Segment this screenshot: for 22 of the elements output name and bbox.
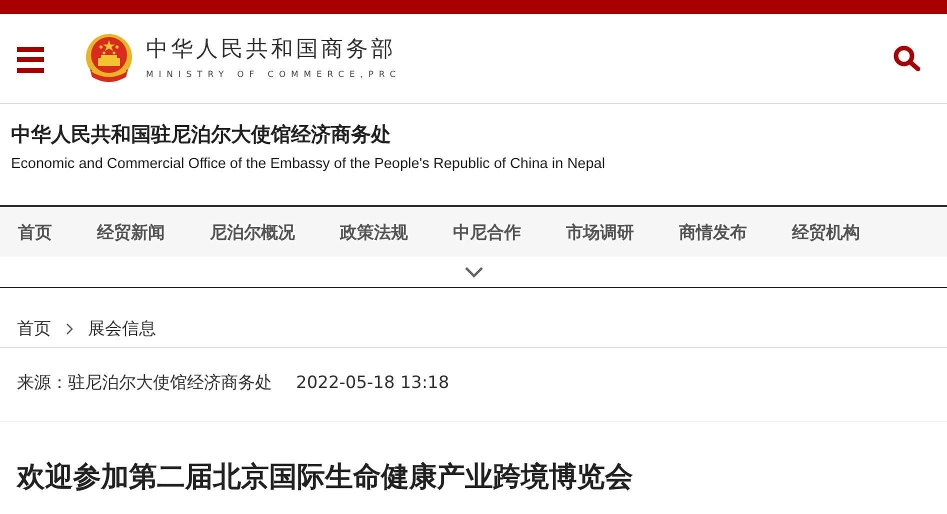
source-text: 来源：驻尼泊尔大使馆经济商务处	[17, 372, 272, 394]
site-title: 中华人民共和国商务部	[146, 37, 397, 63]
nav-link[interactable]: 尼泊尔概况	[210, 220, 295, 244]
expand-toggle[interactable]	[464, 265, 484, 279]
chevron-icon	[65, 323, 74, 335]
nav-link[interactable]: 市场调研	[566, 220, 634, 244]
breadcrumb-link[interactable]: 首页	[17, 317, 51, 340]
search-button[interactable]	[892, 44, 922, 72]
site-subtitle: MINISTRY OF COMMERCE,PRC	[146, 70, 402, 80]
publish-date: 2022-05-18 13:18	[296, 372, 450, 392]
nav-link[interactable]: 经贸新闻	[97, 220, 165, 244]
nav-link[interactable]: 商情发布	[679, 220, 747, 244]
nav-link[interactable]: 政策法规	[340, 220, 408, 244]
nav-link[interactable]: 中尼合作	[453, 220, 521, 244]
breadcrumb-link[interactable]: 展会信息	[88, 317, 156, 340]
office-subtitle: Economic and Commercial Office of the Embassy of the People's Republic of China in Nepal	[11, 156, 606, 172]
emblem-icon	[84, 32, 134, 84]
nav-link[interactable]: 经贸机构	[792, 220, 860, 244]
nav-link[interactable]: 首页	[18, 220, 52, 244]
office-title: 中华人民共和国驻尼泊尔大使馆经济商务处	[11, 121, 392, 148]
article-title: 欢迎参加第二届北京国际生命健康产业跨境博览会	[17, 459, 634, 495]
menu-button[interactable]	[17, 46, 44, 72]
